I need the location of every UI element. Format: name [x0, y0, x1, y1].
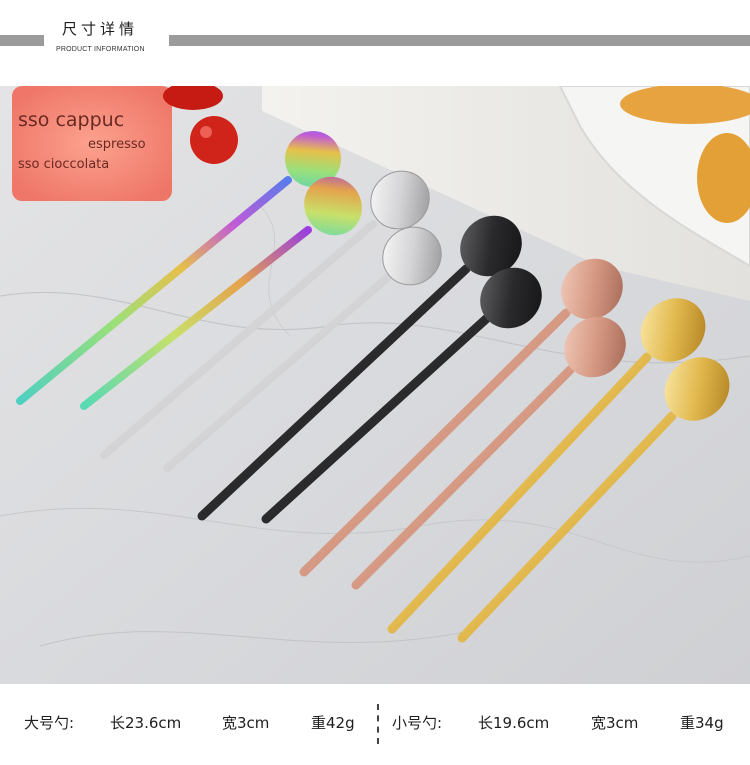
large-spoon-width: 宽3cm: [222, 714, 270, 732]
size-specs: 大号勺: 长23.6cm 宽3cm 重42g 小号勺: 长19.6cm 宽3cm…: [0, 686, 750, 765]
section-title: 尺寸详情: [62, 20, 139, 38]
product-photo: sso cappuc espresso sso cioccolata: [0, 86, 750, 684]
spec-divider: [377, 704, 379, 744]
small-spoon-weight: 重34g: [680, 714, 724, 732]
section-subtitle: PRODUCT INFORMATION: [56, 46, 145, 53]
section-header: 尺寸详情 PRODUCT INFORMATION: [0, 0, 750, 80]
small-spoon-label: 小号勺:: [392, 714, 443, 732]
small-spoon-width: 宽3cm: [591, 714, 639, 732]
small-spoon-length: 长19.6cm: [478, 714, 550, 732]
large-spoon-weight: 重42g: [311, 714, 355, 732]
large-spoon-label: 大号勺:: [24, 714, 75, 732]
glass-text-line-2: espresso: [88, 137, 146, 152]
glass-text-line-1: sso cappuc: [18, 109, 124, 131]
header-bar-right: [169, 35, 750, 46]
glass-text-line-3: sso cioccolata: [18, 157, 109, 172]
header-bar-left: [0, 35, 44, 46]
large-spoon-length: 长23.6cm: [110, 714, 182, 732]
